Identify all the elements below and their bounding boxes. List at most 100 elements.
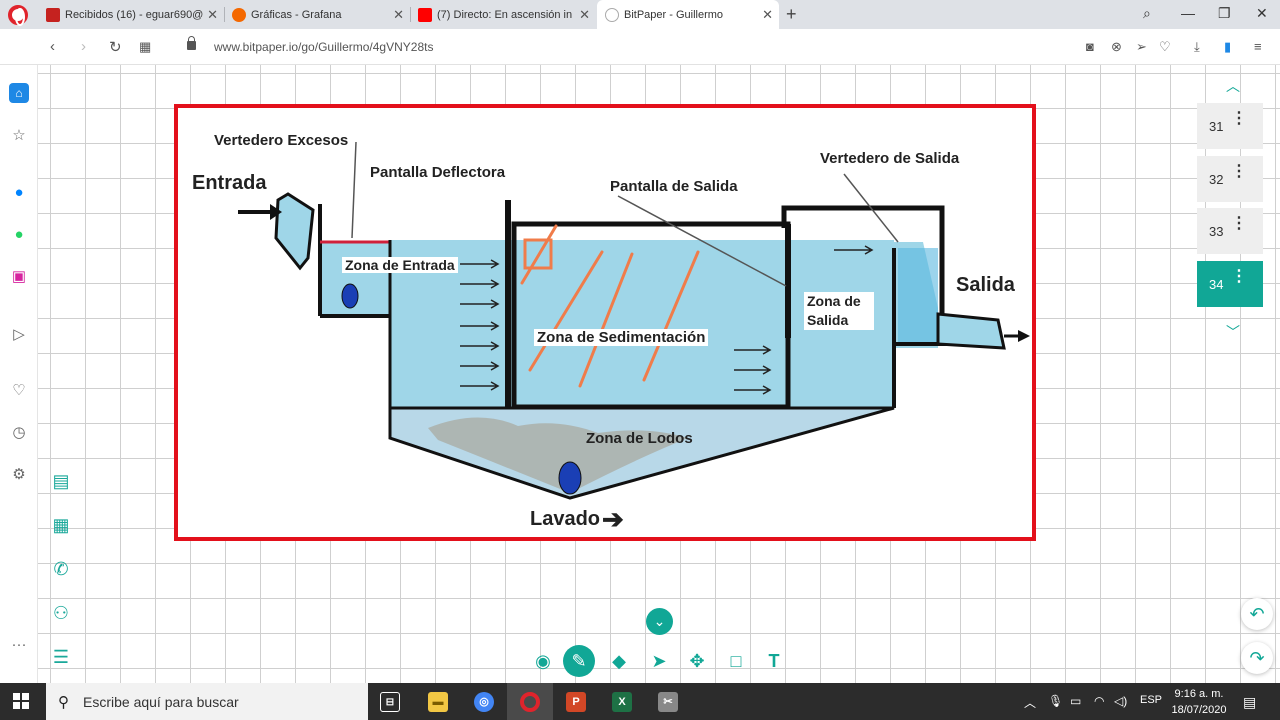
more-icon[interactable]: ···	[9, 635, 29, 655]
messenger-icon[interactable]: ●	[9, 183, 29, 203]
label-zona-sedimentacion: Zona de Sedimentación	[534, 329, 709, 346]
camera-icon[interactable]: ◙	[1086, 39, 1094, 54]
eraser-icon[interactable]: ◆	[603, 645, 635, 677]
palette-icon[interactable]: ◉	[527, 645, 559, 677]
tab-bar: Recibidos (16) - eguar690@ ✕ Gráficas - …	[0, 0, 1280, 29]
gear-icon[interactable]: ⚙	[9, 465, 29, 485]
close-icon[interactable]: ✕	[393, 7, 404, 23]
undo-icon[interactable]: ↶	[1241, 598, 1273, 630]
tab-youtube[interactable]: (7) Directo: En ascensión in ✕	[410, 0, 596, 29]
heart-icon[interactable]: ♡	[9, 381, 29, 401]
page-options-icon[interactable]: ⋮	[1231, 111, 1247, 127]
reload-icon[interactable]: ↻	[109, 38, 122, 56]
collapse-toolbar-icon[interactable]: ⌄	[646, 608, 673, 635]
instagram-icon[interactable]: ▣	[9, 267, 29, 287]
window-close-icon[interactable]: ✕	[1256, 5, 1268, 22]
home-icon[interactable]: ⌂	[9, 83, 29, 103]
chrome-icon[interactable]: ◎	[474, 692, 494, 712]
volume-icon[interactable]: ◁)	[1114, 694, 1127, 708]
pointer-icon[interactable]: ➤	[643, 645, 675, 677]
new-tab-icon[interactable]: +	[786, 4, 797, 25]
outlet-pipe	[936, 312, 1006, 350]
pages-down-icon[interactable]: ﹀	[1226, 322, 1240, 342]
youtube-icon	[418, 7, 432, 22]
label-zona-salida: Zona de Salida	[804, 292, 874, 330]
speed-dial-icon[interactable]: ▦	[139, 39, 151, 55]
leader-line	[351, 141, 357, 239]
url-field[interactable]: www.bitpaper.io/go/Guillermo/4gVNY28ts	[214, 40, 433, 54]
inlet-valve	[341, 283, 359, 309]
powerpoint-icon[interactable]: P	[566, 692, 586, 712]
tab-title: Gráficas - Grafana	[251, 8, 342, 21]
tab-title: BitPaper - Guillermo	[624, 8, 724, 21]
back-icon[interactable]: ‹	[50, 38, 55, 55]
label-vertedero-salida: Vertedero de Salida	[820, 150, 960, 167]
page-options-icon[interactable]: ⋮	[1231, 164, 1247, 180]
page-thumb-31[interactable]: 31 ⋮	[1197, 103, 1263, 149]
page-number: 31	[1209, 119, 1224, 134]
battery-saver-icon[interactable]: ▮	[1224, 39, 1231, 55]
page-number: 32	[1209, 172, 1224, 187]
globe-icon	[605, 7, 619, 22]
heart-icon[interactable]: ♡	[1159, 39, 1171, 55]
inlet-pipe	[274, 192, 315, 271]
whatsapp-icon[interactable]: ●	[9, 225, 29, 245]
page-options-icon[interactable]: ⋮	[1231, 269, 1247, 285]
taskbar-search[interactable]: ⚲ Escribe aquí para buscar	[46, 683, 368, 720]
wifi-icon[interactable]: ◠	[1094, 694, 1104, 708]
forward-icon[interactable]: ›	[81, 38, 86, 55]
star-icon[interactable]: ☆	[9, 126, 29, 146]
pen-icon[interactable]: ✎	[563, 645, 595, 677]
tab-gmail[interactable]: Recibidos (16) - eguar690@ ✕	[38, 0, 224, 29]
tab-grafana[interactable]: Gráficas - Grafana ✕	[224, 0, 410, 29]
move-icon[interactable]: ✥	[681, 645, 713, 677]
page-options-icon[interactable]: ⋮	[1231, 216, 1247, 232]
label-pantalla-salida: Pantalla de Salida	[610, 178, 738, 195]
text-tool-icon[interactable]: T	[758, 645, 790, 677]
close-icon[interactable]: ✕	[762, 7, 773, 23]
menu-icon[interactable]: ☰	[46, 642, 76, 672]
pages-up-icon[interactable]: ︿	[1226, 76, 1240, 96]
opera-logo-icon[interactable]	[8, 5, 28, 26]
outlet-cascade	[898, 248, 938, 342]
redo-icon[interactable]: ↷	[1241, 642, 1273, 674]
snip-icon[interactable]: ✂	[658, 692, 678, 712]
close-icon[interactable]: ✕	[579, 7, 590, 23]
clock-time: 9:16 a. m.	[1174, 688, 1224, 700]
page-thumb-32[interactable]: 32 ⋮	[1197, 156, 1263, 202]
notifications-icon[interactable]: ▤	[1243, 694, 1256, 711]
clipboard-icon[interactable]: ▤	[46, 466, 76, 496]
page-number: 34	[1209, 277, 1224, 292]
shape-icon[interactable]: □	[720, 645, 752, 677]
adblock-icon[interactable]: ⊗	[1111, 39, 1122, 55]
microphone-icon[interactable]: 🎙	[1048, 694, 1063, 708]
file-explorer-icon[interactable]: ▬	[428, 692, 448, 712]
tab-bitpaper[interactable]: BitPaper - Guillermo ✕	[597, 0, 779, 29]
grid-icon[interactable]: ▦	[46, 510, 76, 540]
minimize-icon[interactable]: —	[1181, 5, 1195, 21]
history-icon[interactable]: ◷	[9, 423, 29, 443]
page-thumb-33[interactable]: 33 ⋮	[1197, 208, 1263, 254]
task-view-icon[interactable]: ⊟	[380, 692, 400, 712]
page-number: 33	[1209, 224, 1224, 239]
send-icon[interactable]: ➢	[1136, 39, 1147, 55]
search-icon: ⚲	[58, 694, 69, 711]
opera-icon[interactable]	[520, 692, 540, 712]
send-icon[interactable]: ▷	[9, 325, 29, 345]
download-icon[interactable]: ⤓	[1194, 39, 1200, 55]
search-tabs-icon[interactable]: ⌕	[1143, 5, 1151, 22]
menu-icon[interactable]: ≡	[1254, 39, 1262, 54]
windows-start-icon[interactable]	[13, 693, 29, 709]
phone-icon[interactable]: ✆	[46, 554, 76, 584]
excel-icon[interactable]: X	[612, 692, 632, 712]
language-indicator[interactable]: ESP	[1140, 694, 1162, 706]
close-icon[interactable]: ✕	[207, 7, 218, 23]
page-thumb-34[interactable]: 34 ⋮	[1197, 261, 1263, 307]
add-user-icon[interactable]: ⚇	[46, 598, 76, 628]
tray-chevron-icon[interactable]: ︿	[1024, 694, 1036, 711]
battery-icon[interactable]: ▭	[1070, 694, 1081, 708]
search-placeholder: Escribe aquí para buscar	[83, 694, 239, 710]
lock-icon[interactable]	[187, 36, 196, 50]
clock[interactable]: 9:16 a. m. 18/07/2020	[1170, 686, 1228, 718]
restore-icon[interactable]: ❐	[1218, 5, 1231, 22]
